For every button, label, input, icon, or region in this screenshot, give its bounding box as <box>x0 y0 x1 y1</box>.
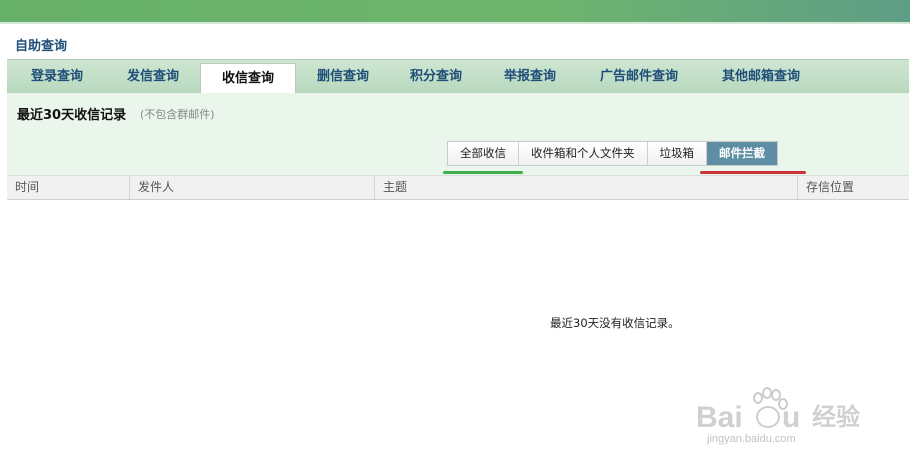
table-header: 时间 发件人 主题 存信位置 <box>7 175 909 200</box>
page-title: 自助查询 <box>15 39 68 54</box>
tab-deleted-query[interactable]: 删信查询 <box>297 60 389 94</box>
empty-state-message: 最近30天没有收信记录。 <box>550 316 680 330</box>
annotation-underline-red-2 <box>700 171 806 174</box>
tab-other-mailbox-query[interactable]: 其他邮箱查询 <box>699 60 823 94</box>
top-bar <box>0 0 910 22</box>
column-time[interactable]: 时间 <box>7 176 130 199</box>
svg-text:经验: 经验 <box>812 403 860 431</box>
tab-ad-mail-query[interactable]: 广告邮件查询 <box>579 60 699 94</box>
tab-sent-query[interactable]: 发信查询 <box>107 60 199 94</box>
svg-text:Bai: Bai <box>696 401 743 434</box>
watermark-url: jingyan.baidu.com <box>707 433 796 445</box>
svg-text:u: u <box>782 401 800 434</box>
folder-filter-group: 全部收信 收件箱和个人文件夹 垃圾箱 邮件拦截 <box>447 141 778 166</box>
filter-trash[interactable]: 垃圾箱 <box>647 142 707 165</box>
annotation-underline-green <box>443 171 523 174</box>
filter-inbox-and-personal[interactable]: 收件箱和个人文件夹 <box>519 142 648 165</box>
tab-report-query[interactable]: 举报查询 <box>483 60 577 94</box>
top-bar-divider <box>0 22 910 24</box>
column-subject[interactable]: 主题 <box>375 176 798 199</box>
records-title: 最近30天收信记录 <box>17 108 127 123</box>
column-storage-location[interactable]: 存信位置 <box>798 176 909 199</box>
tab-received-query[interactable]: 收信查询 <box>200 63 296 96</box>
tab-bar: 登录查询 发信查询 收信查询 删信查询 积分查询 举报查询 广告邮件查询 其他邮… <box>7 59 909 96</box>
filter-all-received[interactable]: 全部收信 <box>448 142 519 165</box>
filter-mail-blocked[interactable]: 邮件拦截 <box>707 142 777 165</box>
records-note: (不包含群邮件) <box>140 108 215 121</box>
tab-login-query[interactable]: 登录查询 <box>7 60 107 94</box>
tab-points-query[interactable]: 积分查询 <box>389 60 483 94</box>
column-sender[interactable]: 发件人 <box>130 176 375 199</box>
